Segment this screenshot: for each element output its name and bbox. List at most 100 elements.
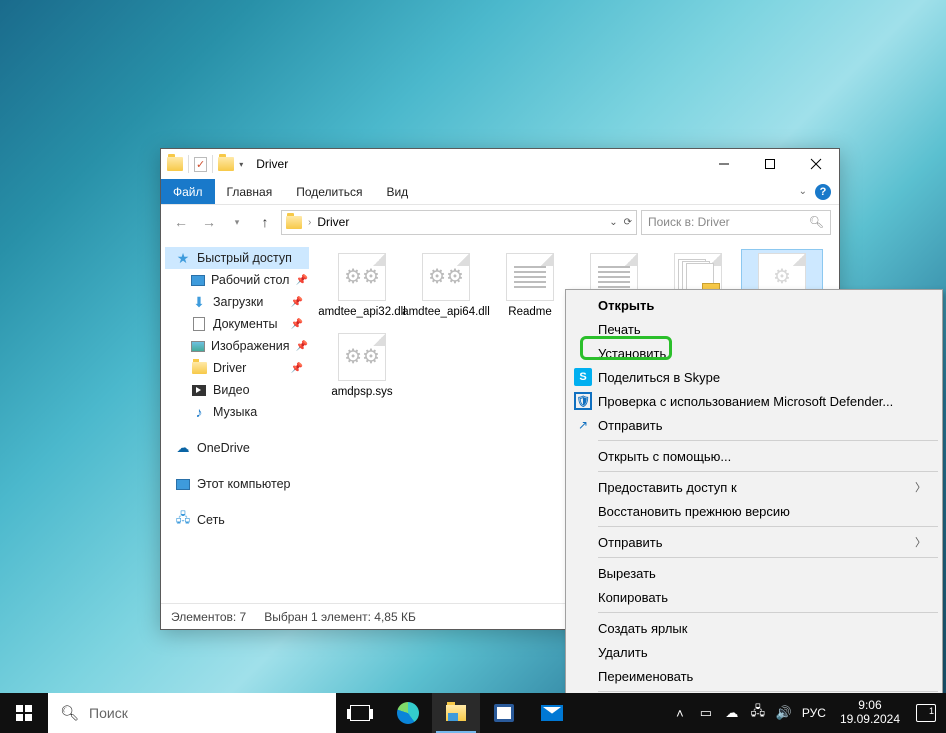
tab-file[interactable]: Файл [161,179,215,204]
taskbar-mail[interactable] [528,693,576,733]
address-bar: ← → ▾ ↑ › Driver ⌄ ⟳ Поиск в: Driver 🔍︎ [161,205,839,239]
tray-onedrive-icon[interactable]: ☁ [724,705,740,721]
ctx-restore-version[interactable]: Восстановить прежнюю версию [568,499,940,523]
qat-dropdown-icon[interactable]: ▾ [236,154,246,174]
ctx-share[interactable]: ↗Отправить [568,413,940,437]
separator [188,155,189,173]
ctx-skype[interactable]: SПоделиться в Skype [568,365,940,389]
tray-volume-icon[interactable]: 🔊 [776,705,792,721]
ctx-copy[interactable]: Копировать [568,585,940,609]
ctx-send-to[interactable]: Отправить〉 [568,530,940,554]
ctx-grant-access[interactable]: Предоставить доступ к〉 [568,475,940,499]
ctx-rename[interactable]: Переименовать [568,664,940,688]
folder-icon [286,216,302,229]
taskbar-store[interactable] [480,693,528,733]
sidebar-item-pictures[interactable]: Изображения📌 [165,335,309,357]
separator [598,557,938,558]
sidebar-item-network[interactable]: 🖧Сеть [165,509,309,531]
ctx-cut[interactable]: Вырезать [568,561,940,585]
ribbon-tabs: Файл Главная Поделиться Вид ⌄ ? [161,179,839,205]
tab-view[interactable]: Вид [374,179,420,204]
separator [212,155,213,173]
sidebar-item-driver[interactable]: Driver📌 [165,357,309,379]
address-input[interactable]: › Driver ⌄ ⟳ [281,210,637,235]
sidebar-item-this-pc[interactable]: Этот компьютер [165,473,309,495]
taskbar-search[interactable]: 🔍︎Поиск [48,693,336,733]
action-center-icon[interactable] [916,704,936,722]
nav-back-button[interactable]: ← [169,210,193,234]
explorer-icon [446,705,466,721]
address-dropdown-icon[interactable]: ⌄ [609,217,617,228]
pin-icon: 📌 [296,341,308,352]
maximize-button[interactable] [747,149,793,179]
minimize-button[interactable] [701,149,747,179]
edge-icon [397,702,419,724]
tray-meet-now-icon[interactable]: ▭ [698,705,714,721]
search-icon[interactable]: 🔍︎ [809,215,824,229]
dll-icon: ⚙⚙ [338,253,386,301]
ctx-open-with[interactable]: Открыть с помощью... [568,444,940,468]
sidebar-item-videos[interactable]: Видео [165,379,309,401]
desktop-icon [191,275,205,286]
file-item[interactable]: ⚙⚙amdtee_api64.dll [405,249,487,323]
refresh-icon[interactable]: ⟳ [624,217,632,228]
sidebar-item-quick-access[interactable]: ★Быстрый доступ [165,247,309,269]
folder-icon [192,362,207,374]
help-icon[interactable]: ? [815,184,831,200]
nav-forward-button[interactable]: → [197,210,221,234]
ctx-open[interactable]: Открыть [568,293,940,317]
sidebar-item-onedrive[interactable]: ☁OneDrive [165,437,309,459]
taskbar-explorer[interactable] [432,693,480,733]
ctx-print[interactable]: Печать [568,317,940,341]
sys-file-icon: ⚙⚙ [338,333,386,381]
tab-home[interactable]: Главная [215,179,285,204]
separator [598,526,938,527]
pictures-icon [191,341,205,352]
mail-icon [541,705,563,721]
titlebar[interactable]: ✓ ▾ Driver [161,149,839,179]
separator [598,471,938,472]
skype-icon: S [574,368,592,386]
chevron-right-icon: 〉 [915,479,926,495]
qat-checkbox-icon[interactable]: ✓ [194,157,207,172]
ctx-delete[interactable]: Удалить [568,640,940,664]
tray-clock[interactable]: 9:06 19.09.2024 [840,699,900,727]
pin-icon: 📌 [291,363,303,374]
system-tray: ˄ ▭ ☁ 🖧 🔊 РУС 9:06 19.09.2024 [672,693,946,733]
start-button[interactable] [0,693,48,733]
sidebar-item-documents[interactable]: Документы📌 [165,313,309,335]
ctx-install[interactable]: Установить [568,341,940,365]
pin-icon: 📌 [291,319,303,330]
search-input[interactable]: Поиск в: Driver 🔍︎ [641,210,831,235]
task-view-button[interactable] [336,693,384,733]
file-item[interactable]: ⚙⚙amdtee_api32.dll [321,249,403,323]
ctx-create-shortcut[interactable]: Создать ярлык [568,616,940,640]
folder-icon [218,157,234,171]
selection-info: Выбран 1 элемент: 4,85 КБ [264,610,416,624]
sidebar-item-desktop[interactable]: Рабочий стол📌 [165,269,309,291]
navigation-pane: ★Быстрый доступ Рабочий стол📌 ⬇Загрузки📌… [161,239,313,603]
pin-icon: 📌 [291,297,303,308]
file-item[interactable]: Readme [489,249,571,323]
taskbar-edge[interactable] [384,693,432,733]
separator [598,440,938,441]
sidebar-item-downloads[interactable]: ⬇Загрузки📌 [165,291,309,313]
share-icon: ↗ [574,416,592,434]
tray-language[interactable]: РУС [802,706,826,720]
ribbon-expand-icon[interactable]: ⌄ [799,186,807,197]
tab-share[interactable]: Поделиться [284,179,374,204]
shield-icon: 🛡 [574,392,592,410]
ctx-defender[interactable]: 🛡Проверка с использованием Microsoft Def… [568,389,940,413]
chevron-right-icon[interactable]: › [308,217,311,228]
tray-network-icon[interactable]: 🖧 [750,705,766,721]
file-item[interactable]: ⚙⚙amdpsp.sys [321,329,403,403]
nav-up-button[interactable]: ↑ [253,210,277,234]
separator [598,612,938,613]
address-segment[interactable]: Driver [317,215,349,229]
dll-icon: ⚙⚙ [422,253,470,301]
close-button[interactable] [793,149,839,179]
download-icon: ⬇ [191,294,207,310]
tray-chevron-up-icon[interactable]: ˄ [672,705,688,721]
nav-recent-dropdown[interactable]: ▾ [225,210,249,234]
sidebar-item-music[interactable]: ♪Музыка [165,401,309,423]
